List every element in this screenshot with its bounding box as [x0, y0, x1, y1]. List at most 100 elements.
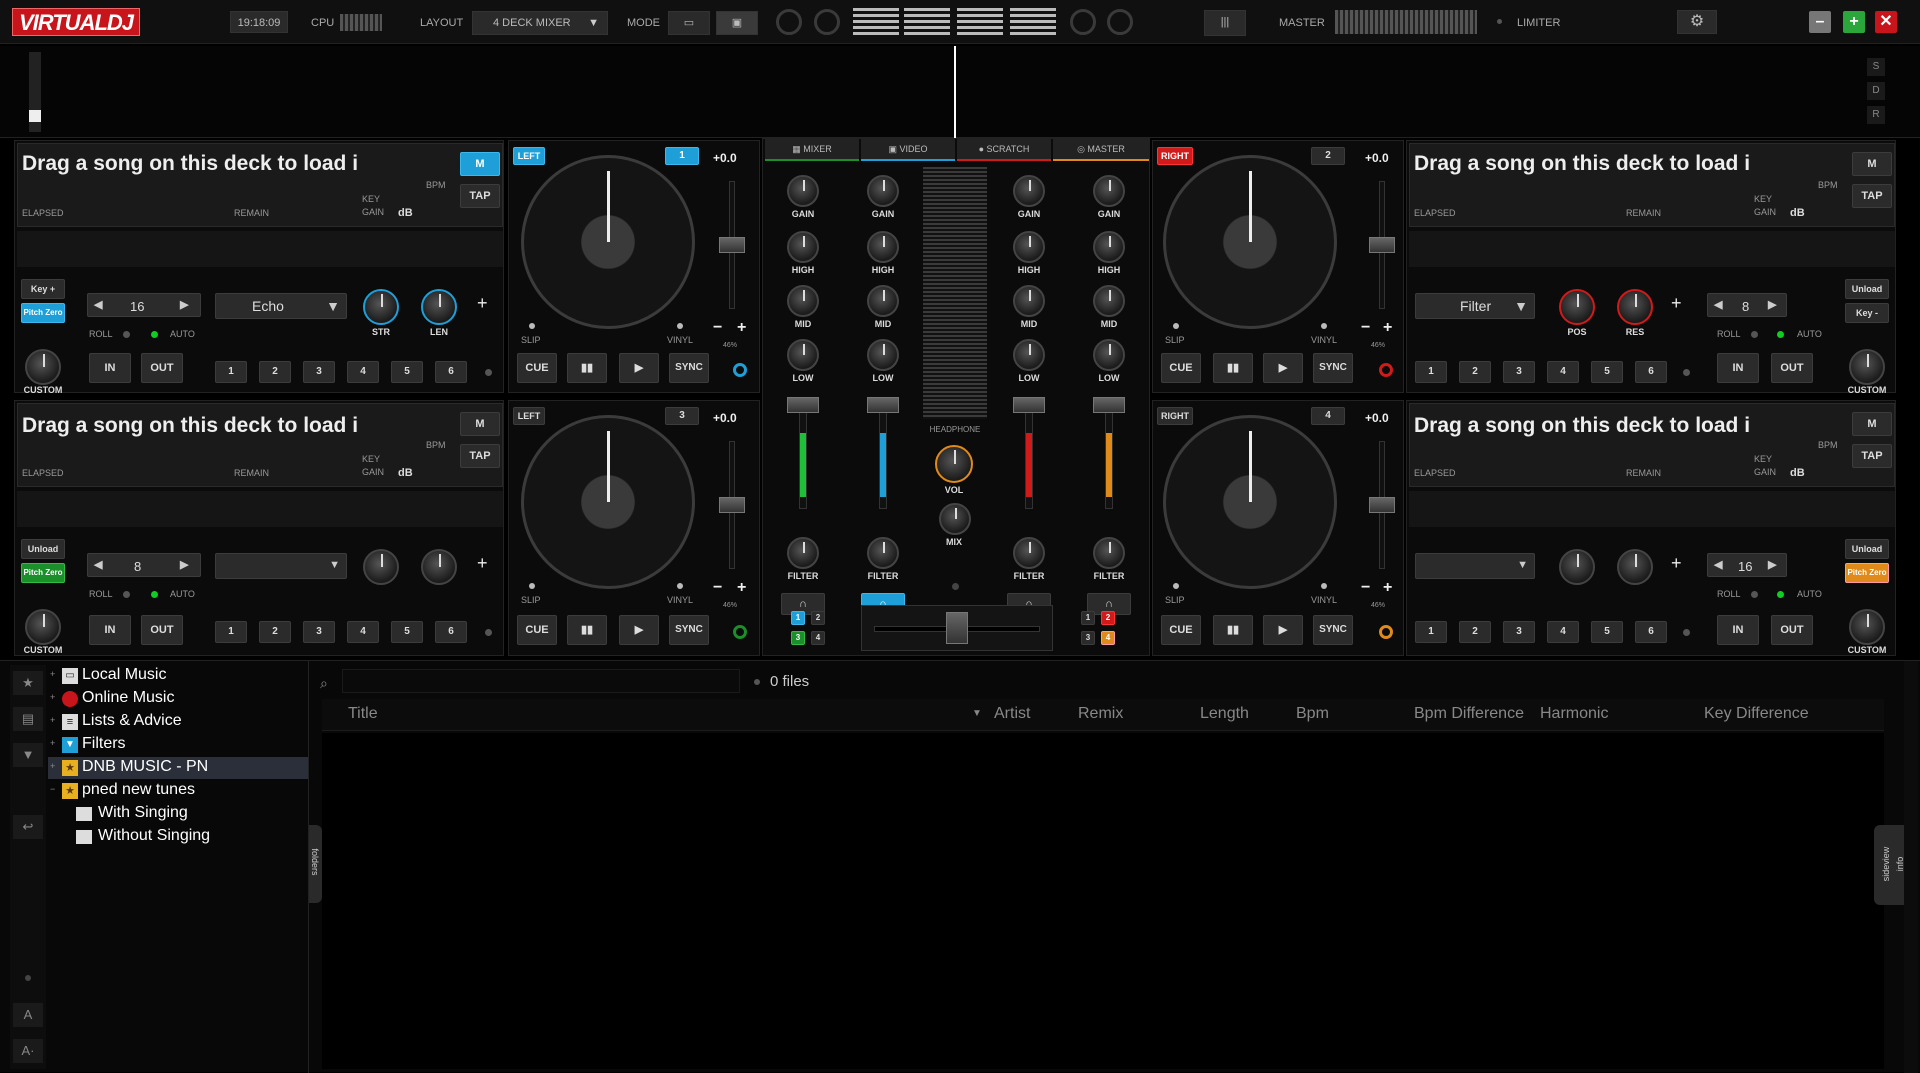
add-effect-button[interactable]: +: [477, 553, 488, 574]
unload-button[interactable]: Unload: [21, 539, 65, 559]
custom-knob[interactable]: [1849, 349, 1885, 385]
pitch-slider-handle[interactable]: [719, 237, 745, 253]
pitch-minus-button[interactable]: −: [1361, 579, 1370, 597]
pad-2[interactable]: 2: [259, 361, 291, 383]
back-icon[interactable]: ↩: [13, 815, 43, 839]
pitch-plus-button[interactable]: +: [1383, 319, 1392, 337]
waveform-view-icon[interactable]: [1010, 8, 1056, 36]
expand-icon[interactable]: +: [50, 715, 55, 725]
pitch-slider-handle[interactable]: [1369, 237, 1395, 253]
sync-button[interactable]: SYNC: [1313, 353, 1353, 383]
pad-2[interactable]: 2: [1459, 621, 1491, 643]
key-plus-button[interactable]: Key +: [21, 279, 65, 299]
pad-1[interactable]: 1: [215, 361, 247, 383]
pitch-plus-button[interactable]: +: [737, 579, 746, 597]
effect-knob-1[interactable]: [1559, 549, 1595, 585]
jog-wheel[interactable]: [521, 155, 695, 329]
effect-str-knob[interactable]: [363, 289, 399, 325]
loop-out-button[interactable]: OUT: [1771, 615, 1813, 645]
pad-6[interactable]: 6: [435, 621, 467, 643]
loop-out-button[interactable]: OUT: [141, 615, 183, 645]
waveform-zoom-slider[interactable]: [29, 52, 41, 132]
play-button[interactable]: ▶: [1263, 353, 1303, 383]
unload-button[interactable]: Unload: [1845, 279, 1889, 299]
deck-waveform-overview[interactable]: [17, 491, 503, 527]
font-smaller-icon[interactable]: A·: [13, 1039, 43, 1063]
expand-icon[interactable]: +: [50, 738, 55, 748]
loop-double-button[interactable]: ▶: [180, 558, 188, 571]
low-knob[interactable]: [867, 339, 899, 371]
filter-knob[interactable]: [1013, 537, 1045, 569]
deck-waveform-overview[interactable]: [1409, 231, 1895, 267]
headphone-volume-knob[interactable]: [935, 445, 973, 483]
pad-6[interactable]: 6: [1635, 621, 1667, 643]
tree-item-pned-new-tunes[interactable]: − ★ pned new tunes: [48, 780, 308, 802]
layout-select[interactable]: 4 DECK MIXER ▼: [472, 11, 608, 35]
pad-mode-dot[interactable]: [1683, 629, 1690, 636]
deck-waveform-overview[interactable]: [17, 231, 503, 267]
tab-video[interactable]: ▣ VIDEO: [861, 139, 955, 161]
deck-side-button[interactable]: RIGHT: [1157, 407, 1193, 425]
jog-wheel[interactable]: [521, 415, 695, 589]
assign-4-button[interactable]: 4: [811, 631, 825, 645]
tab-scratch[interactable]: ● SCRATCH: [957, 139, 1051, 161]
pitch-plus-button[interactable]: +: [1383, 579, 1392, 597]
pitch-minus-button[interactable]: −: [713, 579, 722, 597]
pitch-minus-button[interactable]: −: [1361, 319, 1370, 337]
pad-5[interactable]: 5: [1591, 621, 1623, 643]
folders-tab[interactable]: folders: [308, 825, 322, 903]
cue-button[interactable]: CUE: [517, 353, 557, 383]
cue-button[interactable]: CUE: [1161, 615, 1201, 645]
search-option-dot[interactable]: [754, 679, 760, 685]
pad-mode-dot[interactable]: [485, 369, 492, 376]
pause-button[interactable]: ▮▮: [1213, 615, 1253, 645]
tree-item-without-singing[interactable]: Without Singing: [48, 826, 308, 848]
volume-fader-handle[interactable]: [1013, 397, 1045, 413]
mid-knob[interactable]: [867, 285, 899, 317]
tree-item-online-music[interactable]: + Online Music: [48, 688, 308, 710]
vertical-scrollbar[interactable]: [1904, 661, 1918, 1073]
filter-knob[interactable]: [787, 537, 819, 569]
gain-knob[interactable]: [867, 175, 899, 207]
tree-item-dnb-music[interactable]: + ★ DNB MUSIC - PN: [48, 757, 308, 779]
mid-knob[interactable]: [1093, 285, 1125, 317]
pad-4[interactable]: 4: [347, 621, 379, 643]
sync-button[interactable]: SYNC: [669, 615, 709, 645]
master-m-button[interactable]: M: [460, 152, 500, 176]
effect-res-knob[interactable]: [1617, 289, 1653, 325]
crossfader[interactable]: [861, 605, 1053, 651]
play-button[interactable]: ▶: [619, 615, 659, 645]
low-knob[interactable]: [1093, 339, 1125, 371]
tree-item-with-singing[interactable]: With Singing: [48, 803, 308, 825]
pad-6[interactable]: 6: [435, 361, 467, 383]
pad-2[interactable]: 2: [1459, 361, 1491, 383]
effect-select[interactable]: Echo ▼: [215, 293, 347, 319]
assign-1-button[interactable]: 1: [791, 611, 805, 625]
effect-pos-knob[interactable]: [1559, 289, 1595, 325]
column-bpm-difference[interactable]: Bpm Difference: [1414, 705, 1524, 723]
sync-button[interactable]: SYNC: [669, 353, 709, 383]
pad-mode-dot[interactable]: [1683, 369, 1690, 376]
column-length[interactable]: Length: [1200, 705, 1249, 723]
unload-button[interactable]: Unload: [1845, 539, 1889, 559]
minimize-button[interactable]: –: [1809, 11, 1831, 33]
tree-item-lists-advice[interactable]: + ≡ Lists & Advice: [48, 711, 308, 733]
custom-knob[interactable]: [25, 609, 61, 645]
tap-button[interactable]: TAP: [460, 444, 500, 468]
gain-knob[interactable]: [1093, 175, 1125, 207]
pause-button[interactable]: ▮▮: [567, 615, 607, 645]
sync-button[interactable]: SYNC: [1313, 615, 1353, 645]
column-bpm[interactable]: Bpm: [1296, 705, 1329, 723]
waveform-view-icon[interactable]: [904, 8, 950, 36]
column-key-difference[interactable]: Key Difference: [1704, 705, 1809, 723]
deck-number-button[interactable]: 4: [1311, 407, 1345, 425]
high-knob[interactable]: [867, 231, 899, 263]
loop-half-button[interactable]: ◀: [94, 558, 102, 571]
track-list[interactable]: [322, 733, 1884, 1069]
key-minus-button[interactable]: Key -: [1845, 303, 1889, 323]
waveform-view-icon[interactable]: [957, 8, 1003, 36]
deck-side-button[interactable]: LEFT: [513, 407, 545, 425]
waveform-area[interactable]: S D R: [0, 46, 1920, 138]
close-button[interactable]: ✕: [1875, 11, 1897, 33]
tree-item-local-music[interactable]: + ▭ Local Music: [48, 665, 308, 687]
